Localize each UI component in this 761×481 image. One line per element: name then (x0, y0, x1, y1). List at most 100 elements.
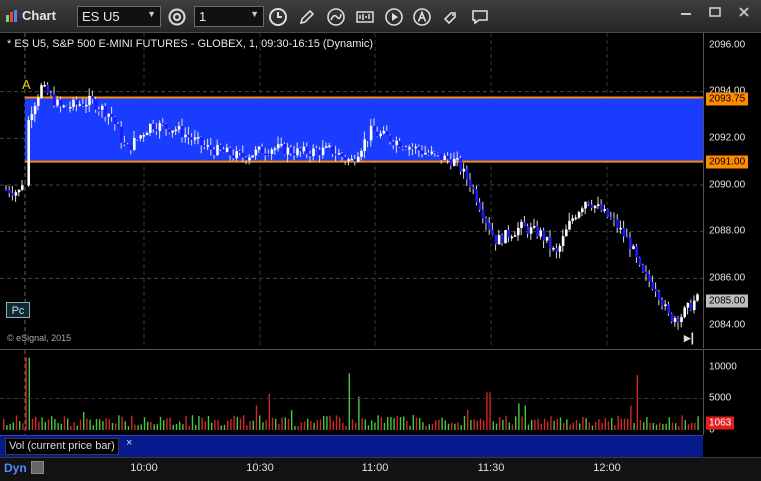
last-volume-tag: 1063 (706, 416, 735, 430)
price-pane[interactable]: * ES U5, S&P 500 E-MINI FUTURES - GLOBEX… (0, 33, 703, 348)
candle-up (225, 147, 229, 153)
volume-bar (63, 416, 66, 430)
volume-bar (377, 415, 379, 430)
candle-up (696, 294, 699, 301)
candle-down (667, 304, 670, 314)
volume-bar (188, 425, 190, 430)
candle-down (392, 141, 395, 146)
close-button[interactable] (733, 3, 755, 21)
volume-bar (639, 420, 642, 430)
candle-up (101, 105, 104, 110)
candle-down (555, 248, 558, 252)
candle-down (645, 271, 648, 275)
bar-style-icon[interactable] (354, 6, 376, 28)
volume-bar (454, 423, 456, 430)
price-tick: 2096.00 (709, 39, 746, 51)
upper-level-price-tag: 2093.75 (706, 92, 749, 106)
alert-a-icon[interactable] (411, 6, 433, 28)
volume-bar (227, 420, 229, 430)
volume-bar (572, 422, 574, 430)
volume-bar (54, 418, 56, 430)
volume-bar (588, 422, 590, 430)
candle-down (344, 156, 347, 161)
volume-bar (550, 416, 552, 430)
volume-bar (563, 422, 565, 430)
dynamic-mode-label[interactable]: Dyn (4, 461, 27, 475)
volume-bar (479, 418, 482, 430)
volume-bar (278, 423, 280, 430)
price-chart-canvas[interactable] (0, 33, 703, 348)
volume-bar (575, 419, 578, 430)
volume-bar (524, 405, 526, 430)
volume-bar (486, 392, 488, 430)
price-axis[interactable]: 2096.00 2094.00 2092.00 2090.00 2088.00 … (703, 33, 761, 348)
time-tick: 11:30 (477, 462, 505, 474)
time-tick: 10:30 (246, 462, 274, 474)
volume-bar (121, 416, 123, 430)
volume-bar (111, 422, 114, 430)
volume-bar (566, 419, 568, 430)
chart-marker-a[interactable]: A (22, 77, 31, 92)
candle-down (187, 134, 190, 138)
volume-chart-canvas[interactable] (0, 350, 703, 436)
time-axis[interactable]: Dyn 10:00 10:30 11:00 11:30 12:00 (0, 457, 761, 481)
candle-down (309, 153, 312, 157)
candle-down (411, 147, 414, 149)
candle-down (638, 257, 642, 265)
volume-bar (9, 424, 11, 430)
candle-up (142, 135, 146, 137)
candle-up (145, 132, 149, 136)
close-study-icon[interactable]: × (126, 437, 132, 449)
volume-bar (70, 425, 72, 430)
candle-up (497, 235, 501, 245)
volume-bar (367, 425, 370, 430)
symbol-combobox[interactable]: ES U5 ▼ (77, 6, 161, 27)
volume-study-label[interactable]: Vol (current price bar) (5, 438, 119, 455)
pc-button[interactable]: Pc (6, 302, 30, 318)
drawing-tool-pencil-icon[interactable] (296, 6, 318, 28)
chart-header: * ES U5, S&P 500 E-MINI FUTURES - GLOBEX… (7, 38, 373, 50)
comment-bubble-icon[interactable] (469, 6, 491, 28)
candle-down (635, 246, 638, 258)
chart-settings-icon[interactable] (166, 6, 188, 28)
volume-bar (249, 421, 251, 430)
volume-bar (646, 417, 648, 430)
volume-bar (457, 422, 459, 430)
volume-pane[interactable] (0, 349, 703, 436)
volume-bar (463, 415, 466, 430)
candle-up (539, 230, 542, 237)
volume-bar (502, 419, 504, 430)
volume-bar (595, 422, 597, 430)
volume-axis[interactable]: 10000 5000 0 1063 (703, 349, 761, 436)
lock-icon[interactable] (31, 461, 44, 474)
candle-down (65, 105, 69, 108)
go-to-end-icon[interactable]: ▸| (684, 330, 694, 346)
link-tag-icon[interactable] (440, 6, 462, 28)
volume-bar (3, 418, 5, 430)
volume-bar (415, 417, 418, 430)
study-curve-icon[interactable] (325, 6, 347, 28)
volume-bar (326, 416, 328, 430)
candle-up (321, 147, 325, 156)
play-icon[interactable] (383, 6, 405, 28)
volume-bar (297, 426, 299, 430)
candle-down (299, 148, 302, 152)
candle-down (488, 222, 491, 230)
volume-bar (6, 425, 8, 430)
volume-bar (287, 418, 290, 430)
candle-up (251, 155, 254, 158)
candle-down (376, 131, 379, 136)
time-template-clock-icon[interactable] (267, 6, 289, 28)
volume-bar (694, 422, 696, 430)
interval-combobox[interactable]: 1 ▼ (194, 6, 264, 27)
volume-bar (191, 415, 194, 430)
volume-bar (102, 421, 104, 430)
volume-bar (649, 422, 651, 430)
candle-up (14, 192, 18, 196)
volume-bar (636, 375, 638, 430)
maximize-button[interactable] (704, 3, 726, 21)
volume-bar (630, 405, 632, 430)
candle-up (312, 148, 315, 157)
minimize-button[interactable] (675, 3, 697, 21)
volume-bar (169, 417, 171, 430)
